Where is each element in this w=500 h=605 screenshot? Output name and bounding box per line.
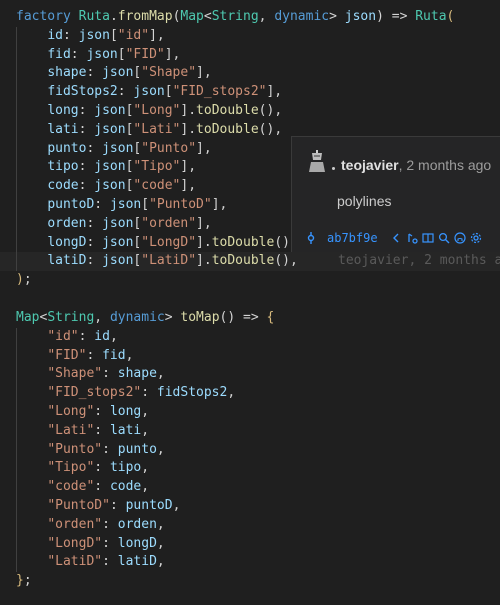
status-dot: [332, 167, 335, 170]
code-line: "id": id,: [0, 327, 500, 347]
code-line: "FID": fid,: [0, 346, 500, 366]
code-line: "FID_stops2": fidStops2,: [0, 384, 500, 403]
code-line: "LatiD": latiD,: [0, 553, 500, 573]
code-line: fidStops2: json["FID_stops2"],: [0, 83, 500, 102]
git-blame-hover-card: teojavier, 2 months ago polylines ab7bf9…: [291, 136, 500, 252]
inline-blame-annotation[interactable]: teojavier, 2 months a: [338, 252, 500, 271]
github-icon[interactable]: [453, 232, 466, 244]
avatar: [304, 147, 330, 173]
code-line: };: [16, 573, 32, 589]
code-line: "PuntoD": puntoD,: [0, 497, 500, 516]
commit-author-line: teojavier, 2 months ago: [341, 157, 491, 173]
code-line: "Punto": punto,: [0, 440, 500, 460]
code-line: fid: json["FID"],: [0, 45, 500, 65]
commit-message: polylines: [337, 193, 392, 209]
code-line: shape: json["Shape"],: [0, 64, 500, 84]
code-line: id: json["id"],: [0, 26, 500, 46]
code-line: factory Ruta.fromMap(Map<String, dynamic…: [16, 9, 455, 24]
commit-age: , 2 months ago: [398, 157, 492, 173]
git-commit-icon: [307, 232, 315, 244]
split-view-icon[interactable]: [421, 232, 434, 244]
code-line: "Tipo": tipo,: [0, 459, 500, 479]
code-editor[interactable]: factory Ruta.fromMap(Map<String, dynamic…: [0, 0, 500, 605]
code-line: Map<String, dynamic> toMap() => {: [16, 310, 275, 325]
code-line-current: latiD: json["LatiD"].toDouble(), teojavie…: [0, 252, 500, 272]
search-icon[interactable]: [438, 232, 450, 244]
code-line: "Shape": shape,: [0, 365, 500, 385]
code-line: "LongD": longD,: [0, 534, 500, 554]
commit-author[interactable]: teojavier: [341, 157, 399, 173]
hover-toolbar: ab7bf9e: [305, 229, 486, 247]
code-line: "Lati": lati,: [0, 421, 500, 441]
code-line: "code": code,: [0, 478, 500, 497]
chevron-left-icon[interactable]: [390, 232, 402, 244]
commit-hash-link[interactable]: ab7bf9e: [327, 231, 378, 245]
code-line: );: [16, 272, 32, 288]
code-line: long: json["Long"].toDouble(),: [0, 102, 500, 121]
code-line: "Long": long,: [0, 403, 500, 422]
compare-icon[interactable]: [406, 232, 418, 244]
settings-icon[interactable]: [470, 232, 482, 244]
code-line: "orden": orden,: [0, 515, 500, 535]
